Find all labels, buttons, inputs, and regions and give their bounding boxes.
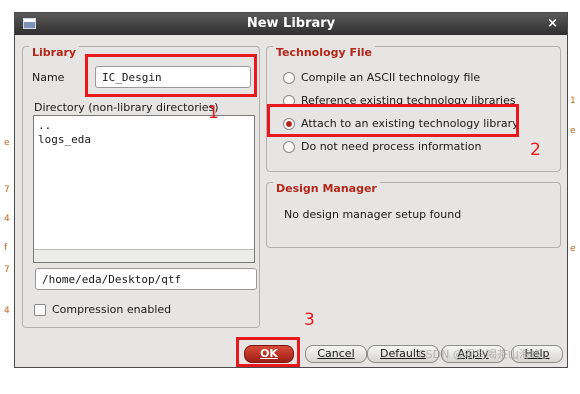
background-fragment: 1 (570, 96, 576, 106)
directory-path-input[interactable]: /home/eda/Desktop/qtf (35, 268, 257, 290)
technology-file-group: Technology File Compile an ASCII technol… (266, 46, 561, 172)
title-bar[interactable]: New Library × (15, 13, 567, 35)
new-library-dialog: New Library × Library Name IC_Desgin Dir… (14, 12, 568, 368)
design-manager-message: No design manager setup found (284, 208, 462, 221)
background-fragment: e (570, 244, 576, 254)
background-fragment: e (4, 138, 10, 148)
radio-label: Do not need process information (301, 140, 482, 153)
annotation-marker-3: 3 (304, 310, 315, 330)
radio-reference-existing[interactable]: Reference existing technology libraries (283, 94, 533, 110)
ok-button[interactable]: OK (244, 345, 294, 363)
compression-label: Compression enabled (52, 303, 172, 316)
radio-button[interactable] (283, 95, 295, 107)
radio-compile-ascii[interactable]: Compile an ASCII technology file (283, 71, 533, 87)
background-fragment: 4 (4, 306, 10, 316)
directory-list[interactable]: .. logs_eda (33, 115, 255, 263)
background-fragment: 7 (4, 185, 10, 195)
watermark-text: CSDN @观鸟喝茶山海峰 (418, 348, 541, 361)
library-group-title: Library (29, 46, 80, 59)
radio-label: Compile an ASCII technology file (301, 71, 481, 84)
cancel-button[interactable]: Cancel (305, 345, 367, 363)
library-group: Library Name IC_Desgin Directory (non-li… (22, 46, 260, 328)
background-fragment: e (570, 126, 576, 136)
radio-button[interactable] (283, 118, 295, 130)
radio-label: Reference existing technology libraries (301, 94, 516, 107)
radio-no-process-info[interactable]: Do not need process information (283, 140, 533, 156)
name-label: Name (32, 71, 65, 84)
radio-label: Attach to an existing technology library (301, 117, 519, 130)
compression-checkbox[interactable] (34, 304, 46, 316)
technology-file-group-title: Technology File (273, 46, 375, 59)
radio-button[interactable] (283, 72, 295, 84)
annotation-marker-2: 2 (530, 140, 541, 160)
directory-label: Directory (non-library directories) (34, 101, 219, 114)
radio-button[interactable] (283, 141, 295, 153)
annotation-marker-1: 1 (208, 103, 219, 123)
library-name-input[interactable]: IC_Desgin (95, 66, 251, 88)
close-icon[interactable]: × (547, 16, 558, 31)
radio-attach-existing[interactable]: Attach to an existing technology library (283, 117, 533, 133)
list-item[interactable]: .. (34, 119, 254, 133)
design-manager-group-title: Design Manager (273, 182, 380, 195)
background-fragment: f (4, 243, 8, 253)
design-manager-group: Design Manager No design manager setup f… (266, 182, 561, 248)
horizontal-scrollbar[interactable] (34, 249, 254, 262)
list-item[interactable]: logs_eda (34, 133, 254, 147)
background-fragment: 4 (4, 214, 10, 224)
background-fragment: 7 (4, 265, 10, 275)
dialog-title: New Library (246, 16, 336, 31)
